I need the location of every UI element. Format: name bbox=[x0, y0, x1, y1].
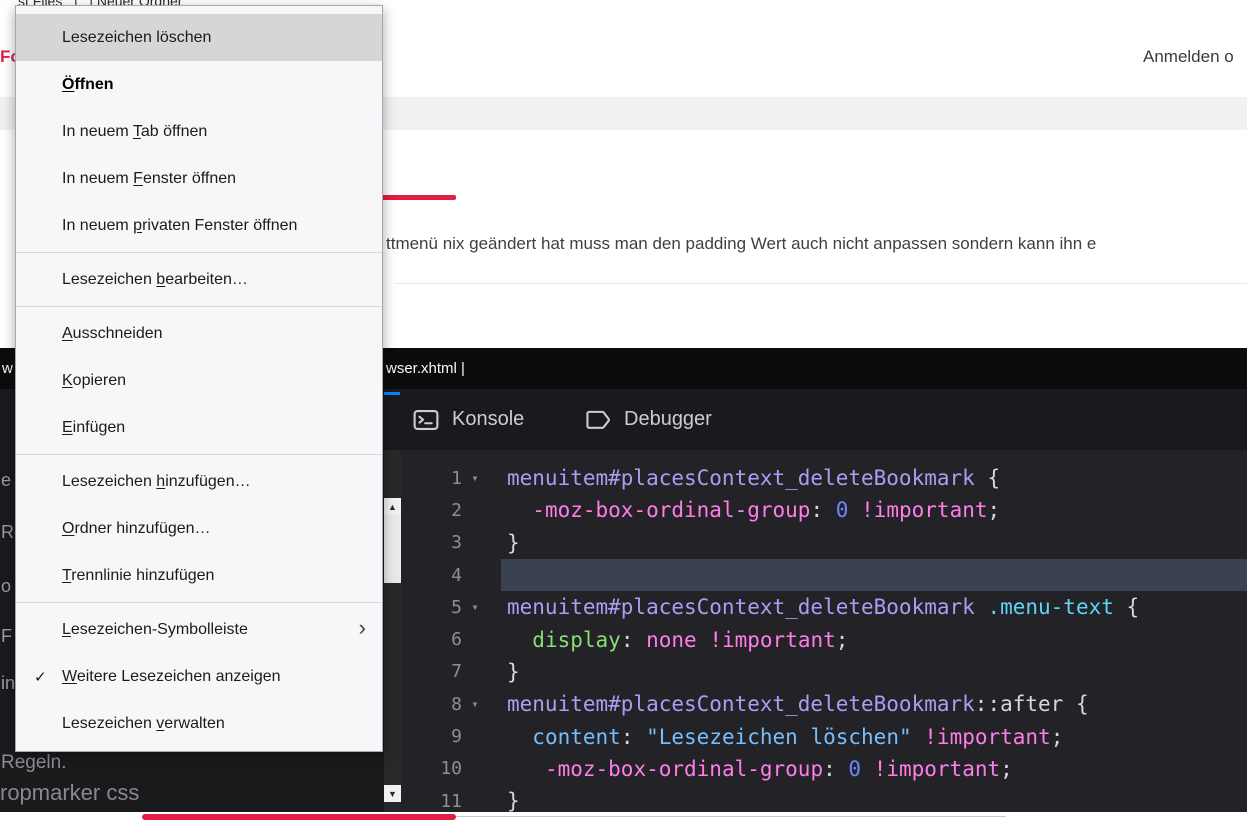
menu-item[interactable]: Öffnen bbox=[16, 61, 382, 108]
line-number: 10 bbox=[401, 758, 462, 779]
submenu-arrow-icon: › bbox=[359, 617, 366, 639]
line-number: 11 bbox=[401, 791, 462, 812]
stylesheet-rules-count-fragment: Regeln. bbox=[1, 752, 67, 774]
menu-item[interactable]: Trennlinie hinzufügen bbox=[16, 552, 382, 599]
line-number: 8 bbox=[401, 694, 462, 715]
menu-item[interactable]: In neuem privaten Fenster öffnen bbox=[16, 202, 382, 249]
menu-item-label: Lesezeichen bearbeiten… bbox=[62, 271, 248, 289]
menu-item[interactable]: Kopieren bbox=[16, 357, 382, 404]
titlebar-title: wser.xhtml | bbox=[386, 360, 465, 377]
menu-item-label: In neuem privaten Fenster öffnen bbox=[62, 217, 297, 235]
code-text: menuitem#placesContext_deleteBookmark .m… bbox=[507, 595, 1139, 619]
sidebar-text-fragment: in bbox=[1, 673, 15, 694]
bookmark-context-menu: Lesezeichen löschen Öffnen In neuem Tab öf… bbox=[15, 5, 383, 752]
menu-item-label: Kopieren bbox=[62, 372, 126, 390]
line-number: 6 bbox=[401, 629, 462, 650]
menu-item-label: Lesezeichen verwalten bbox=[62, 715, 225, 733]
menu-item-label: Einfügen bbox=[62, 419, 125, 437]
menu-item[interactable]: Ordner hinzufügen… bbox=[16, 505, 382, 552]
sidebar-text-fragment: F bbox=[1, 626, 12, 647]
code-line[interactable]: 6 display: none !important; bbox=[401, 623, 1247, 655]
line-number: 9 bbox=[401, 726, 462, 747]
sidebar-text-fragment: o bbox=[1, 576, 11, 597]
menu-item-label: Ordner hinzufügen… bbox=[62, 520, 211, 538]
menu-item[interactable]: Ausschneiden bbox=[16, 310, 382, 357]
menu-item[interactable]: ✓ Weitere Lesezeichen anzeigen bbox=[16, 653, 382, 700]
code-text: display: none !important; bbox=[507, 628, 848, 652]
menu-item-label: In neuem Tab öffnen bbox=[62, 123, 207, 141]
menu-item-label: Ausschneiden bbox=[62, 325, 163, 343]
code-text: content: "Lesezeichen löschen" !importan… bbox=[507, 725, 1063, 749]
fold-arrow-icon[interactable]: ▾ bbox=[464, 471, 486, 485]
titlebar-text-fragment: w bbox=[2, 360, 13, 377]
menu-item[interactable]: Lesezeichen hinzufügen… bbox=[16, 458, 382, 505]
code-text: menuitem#placesContext_deleteBookmark::a… bbox=[507, 692, 1089, 716]
debugger-icon bbox=[585, 407, 611, 433]
menu-item-label: Lesezeichen löschen bbox=[62, 29, 211, 47]
checkmark-icon: ✓ bbox=[34, 668, 47, 686]
css-source-editor[interactable]: 1▾menuitem#placesContext_deleteBookmark … bbox=[401, 450, 1247, 812]
menu-separator bbox=[16, 602, 382, 603]
konsole-icon bbox=[413, 407, 439, 433]
code-line[interactable]: 1▾ menuitem#placesContext_deleteBookmark … bbox=[401, 462, 1247, 494]
tab-konsole[interactable]: Konsole bbox=[413, 389, 524, 450]
bottom-tab-indicator bbox=[142, 814, 456, 820]
code-line[interactable]: 7} bbox=[401, 656, 1247, 688]
code-line[interactable]: 11} bbox=[401, 785, 1247, 812]
menu-item-label: Öffnen bbox=[62, 76, 114, 94]
scrollbar-thumb[interactable] bbox=[384, 515, 401, 583]
code-text: menuitem#placesContext_deleteBookmark { bbox=[507, 466, 1000, 490]
screen: st Files | | Neuer Ordner Fo Anmelden o … bbox=[0, 0, 1247, 826]
tab-label: Konsole bbox=[452, 408, 524, 431]
tab-label: Debugger bbox=[624, 408, 712, 431]
code-text: } bbox=[507, 531, 520, 555]
code-line[interactable]: 4 bbox=[401, 559, 1247, 591]
active-tab-indicator bbox=[384, 392, 400, 395]
menu-item-label: Lesezeichen hinzufügen… bbox=[62, 473, 251, 491]
fold-arrow-icon[interactable]: ▾ bbox=[464, 697, 486, 711]
tab-debugger[interactable]: Debugger bbox=[585, 389, 712, 450]
menu-item-label: In neuem Fenster öffnen bbox=[62, 170, 236, 188]
menu-item[interactable]: Lesezeichen bearbeiten… bbox=[16, 256, 382, 303]
line-number: 2 bbox=[401, 500, 462, 521]
page-bottom-strip bbox=[0, 812, 1247, 826]
menu-item[interactable]: Einfügen bbox=[16, 404, 382, 451]
menu-item-label: Lesezeichen-Symbolleiste bbox=[62, 621, 248, 639]
line-number: 4 bbox=[401, 565, 462, 586]
code-text: } bbox=[507, 789, 520, 812]
stylesheet-name-fragment: ropmarker css bbox=[0, 780, 139, 806]
code-line[interactable]: 3} bbox=[401, 527, 1247, 559]
line-number: 1 bbox=[401, 468, 462, 489]
code-line[interactable]: 2 -moz-box-ordinal-group: 0 !important; bbox=[401, 494, 1247, 526]
sidebar-scrollbar[interactable]: ▲ ▼ bbox=[384, 450, 401, 812]
scroll-down-button[interactable]: ▼ bbox=[384, 785, 401, 802]
code-text: -moz-box-ordinal-group: 0 !important; bbox=[507, 498, 1000, 522]
code-text: } bbox=[507, 660, 520, 684]
menu-separator bbox=[16, 306, 382, 307]
fold-arrow-icon[interactable]: ▾ bbox=[464, 600, 486, 614]
menu-separator bbox=[16, 252, 382, 253]
menu-item[interactable]: In neuem Fenster öffnen bbox=[16, 155, 382, 202]
line-number: 5 bbox=[401, 597, 462, 618]
code-line[interactable]: 9 content: "Lesezeichen löschen" !import… bbox=[401, 720, 1247, 752]
code-line[interactable]: 10 -moz-box-ordinal-group: 0 !important; bbox=[401, 753, 1247, 785]
menu-item[interactable]: Lesezeichen löschen bbox=[16, 14, 382, 61]
menu-item-label: Trennlinie hinzufügen bbox=[62, 567, 214, 585]
menu-item[interactable]: Lesezeichen-Symbolleiste › bbox=[16, 606, 382, 653]
code-line[interactable]: 5▾ menuitem#placesContext_deleteBookmark … bbox=[401, 591, 1247, 623]
scroll-up-button[interactable]: ▲ bbox=[384, 498, 401, 515]
bottom-divider-line bbox=[456, 816, 1006, 817]
sidebar-text-fragment: e bbox=[1, 470, 11, 491]
menu-item-label: Weitere Lesezeichen anzeigen bbox=[62, 668, 281, 686]
line-number: 3 bbox=[401, 532, 462, 553]
code-text: -moz-box-ordinal-group: 0 !important; bbox=[507, 757, 1013, 781]
editor-lines: 1▾menuitem#placesContext_deleteBookmark … bbox=[401, 462, 1247, 812]
code-line[interactable]: 8▾ menuitem#placesContext_deleteBookmark:… bbox=[401, 688, 1247, 720]
menu-item[interactable]: Lesezeichen verwalten bbox=[16, 700, 382, 747]
menu-item[interactable]: In neuem Tab öffnen bbox=[16, 108, 382, 155]
menu-separator bbox=[16, 454, 382, 455]
line-number: 7 bbox=[401, 661, 462, 682]
